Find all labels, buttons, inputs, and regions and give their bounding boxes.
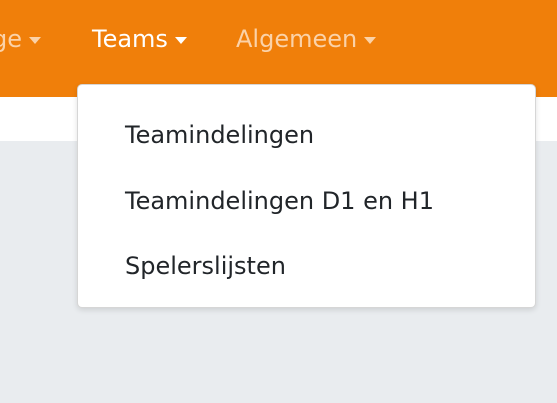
dropdown-item-spelerslijsten[interactable]: Spelerslijsten <box>125 246 286 286</box>
caret-down-icon <box>29 36 41 44</box>
nav-item-label: ge <box>0 25 22 53</box>
navbar: ge Teams Algemeen <box>0 0 557 97</box>
nav-item-label: Algemeen <box>236 25 358 53</box>
dropdown-item-teamindelingen-d1-h1[interactable]: Teamindelingen D1 en H1 <box>125 181 434 221</box>
nav-item-teams[interactable]: Teams <box>92 22 187 56</box>
teams-dropdown-menu: Teamindelingen Teamindelingen D1 en H1 S… <box>77 84 536 308</box>
nav-item-algemeen[interactable]: Algemeen <box>236 22 377 56</box>
page: ge Teams Algemeen Teamindelingen Teamind… <box>0 0 557 403</box>
nav-item-label: Teams <box>92 25 168 53</box>
caret-down-icon <box>364 36 377 44</box>
nav-item-previous[interactable]: ge <box>0 22 41 56</box>
dropdown-item-teamindelingen[interactable]: Teamindelingen <box>125 115 314 155</box>
caret-down-icon <box>174 36 187 44</box>
